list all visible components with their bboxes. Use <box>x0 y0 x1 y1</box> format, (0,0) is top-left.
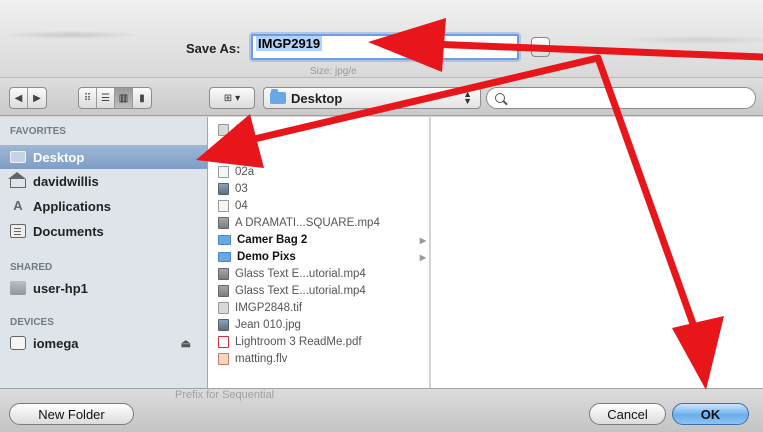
file-icon <box>218 336 229 348</box>
icon-view-icon[interactable]: ⠿ <box>79 88 97 108</box>
sidebar-item-documents[interactable]: Documents <box>0 219 207 243</box>
view-switcher: ⠿ ☰ ▥ ▮ <box>78 87 152 109</box>
file-icon <box>218 124 229 136</box>
applications-icon: A <box>13 198 23 213</box>
drive-icon <box>10 336 26 350</box>
forward-arrow-icon[interactable]: ▶ <box>28 88 46 108</box>
search-field[interactable] <box>486 87 756 109</box>
file-name: 01 <box>235 124 248 136</box>
file-icon <box>218 353 229 365</box>
file-row[interactable]: Glass Text E...utorial.mp4 <box>208 265 429 283</box>
sidebar-item-label: Documents <box>33 223 104 239</box>
file-icon <box>218 268 229 280</box>
sidebar-item-user-hp1[interactable]: user-hp1 <box>0 276 207 300</box>
sidebar-item-label: Desktop <box>33 149 85 165</box>
file-name: 03 <box>235 183 248 195</box>
save-as-input[interactable]: IMGP2919 <box>251 34 519 60</box>
disclosure-arrow-icon: ▶ <box>419 235 426 245</box>
search-input[interactable] <box>511 91 741 105</box>
toolbar: ◀ ▶ ⠿ ☰ ▥ ▮ ⊞ ▾ Desktop ▲ ▼ <box>0 78 763 116</box>
new-folder-button[interactable]: New Folder <box>9 403 134 425</box>
file-name: 04 <box>235 200 248 212</box>
save-as-value[interactable]: IMGP2919 <box>256 36 323 51</box>
cancel-button[interactable]: Cancel <box>589 403 666 425</box>
ok-button[interactable]: OK <box>672 403 749 425</box>
nav-back-forward: ◀ ▶ <box>9 87 47 109</box>
file-row[interactable]: IMGP2848.tif <box>208 299 429 317</box>
file-row[interactable]: 04 <box>208 197 429 215</box>
sidebar: FAVORITES Desktop davidwillis A Applicat… <box>0 117 208 388</box>
file-row[interactable]: 03 <box>208 180 429 198</box>
home-icon <box>8 172 26 188</box>
sidebar-item-label: iomega <box>33 335 79 351</box>
favorites-heading: FAVORITES <box>10 126 66 137</box>
sidebar-item-label: davidwillis <box>33 173 99 189</box>
file-icon <box>218 217 229 229</box>
file-name: Camer Bag 2 <box>237 234 308 246</box>
file-column: 01 02 02a 03 04 A DRAMATI...SQUARE.mp4 C… <box>208 117 430 388</box>
save-header: Save As: IMGP2919 Size: jpg/e <box>0 0 763 78</box>
disclosure-arrow-icon: ▶ <box>419 252 426 262</box>
file-name: Glass Text E...utorial.mp4 <box>235 268 366 280</box>
file-icon <box>218 285 229 297</box>
tags-ghost-text: Size: jpg/e <box>310 66 357 77</box>
sidebar-item-label: Applications <box>33 198 112 214</box>
desktop-icon <box>10 151 26 163</box>
file-row[interactable]: 02a <box>208 163 429 181</box>
grid-icon: ⊞ <box>223 92 233 104</box>
preview-column <box>431 117 763 388</box>
chevron-down-icon: ▾ <box>235 92 241 104</box>
eject-icon[interactable]: ⏏ <box>181 337 191 350</box>
devices-heading: DEVICES <box>10 317 54 328</box>
file-row[interactable]: Lightroom 3 ReadMe.pdf <box>208 333 429 351</box>
file-row[interactable]: 01 <box>208 121 429 139</box>
column-view-icon[interactable]: ▥ <box>115 88 133 108</box>
file-icon <box>218 200 229 212</box>
footer-ghost-text: Prefix for Sequential <box>175 389 275 401</box>
coverflow-view-icon[interactable]: ▮ <box>133 88 151 108</box>
folder-icon <box>218 252 231 262</box>
file-row[interactable]: Jean 010.jpg <box>208 316 429 334</box>
back-arrow-icon[interactable]: ◀ <box>10 88 28 108</box>
file-icon <box>218 183 229 195</box>
file-name: Jean 010.jpg <box>235 319 301 331</box>
sidebar-item-iomega[interactable]: iomega ⏏ <box>0 331 207 355</box>
file-name: Lightroom 3 ReadMe.pdf <box>235 336 362 348</box>
file-icon <box>218 319 229 331</box>
file-row[interactable]: A DRAMATI...SQUARE.mp4 <box>208 214 429 232</box>
file-name: Demo Pixs <box>237 251 296 263</box>
expand-dialog-button[interactable] <box>531 37 550 57</box>
folder-row[interactable]: Camer Bag 2 ▶ <box>208 231 429 249</box>
folder-icon <box>270 89 286 104</box>
arrange-menu-button[interactable]: ⊞ ▾ <box>209 87 255 109</box>
save-as-label: Save As: <box>186 41 241 56</box>
sidebar-item-label: user-hp1 <box>33 280 88 296</box>
list-view-icon[interactable]: ☰ <box>97 88 115 108</box>
sidebar-item-desktop[interactable]: Desktop <box>0 145 207 169</box>
search-icon <box>495 93 505 103</box>
file-icon <box>218 166 229 178</box>
location-label: Desktop <box>291 90 343 106</box>
file-name: 02a <box>235 166 255 178</box>
file-row[interactable]: Glass Text E...utorial.mp4 <box>208 282 429 300</box>
folder-row[interactable]: Demo Pixs ▶ <box>208 248 429 266</box>
documents-icon <box>10 224 26 238</box>
file-name: 02 <box>235 142 248 154</box>
computer-icon <box>10 281 26 295</box>
updown-chevron-icon: ▲ ▼ <box>463 89 472 106</box>
file-name: Glass Text E...utorial.mp4 <box>235 285 366 297</box>
sidebar-item-applications[interactable]: A Applications <box>0 194 207 218</box>
file-name: IMGP2848.tif <box>235 302 303 314</box>
sidebar-item-davidwillis[interactable]: davidwillis <box>0 169 207 193</box>
file-name: A DRAMATI...SQUARE.mp4 <box>235 217 380 229</box>
file-row[interactable]: 02 <box>208 139 429 157</box>
dialog-footer: Prefix for Sequential New Folder Cancel … <box>0 388 763 432</box>
file-icon <box>218 142 229 154</box>
file-icon <box>218 302 229 314</box>
file-row[interactable]: matting.flv <box>208 350 429 368</box>
file-name: matting.flv <box>235 353 288 365</box>
shared-heading: SHARED <box>10 262 53 273</box>
location-popup[interactable]: Desktop ▲ ▼ <box>263 87 481 109</box>
folder-icon <box>218 235 231 245</box>
